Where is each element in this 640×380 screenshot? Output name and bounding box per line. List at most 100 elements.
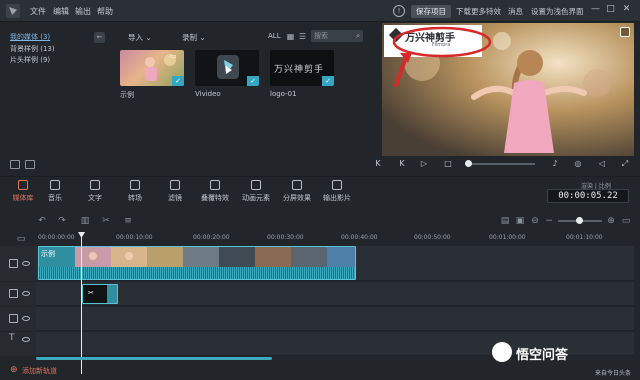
- voiceover-icon[interactable]: ▣: [515, 216, 525, 226]
- list-view-icon[interactable]: ☰: [298, 32, 307, 41]
- eye-icon[interactable]: [22, 291, 30, 296]
- track-head-pip: [0, 282, 36, 306]
- cut-icon[interactable]: ✂: [101, 216, 111, 226]
- tool-split-screen[interactable]: 分屏效果: [282, 180, 312, 203]
- playhead[interactable]: [81, 236, 82, 374]
- logo-clip-thumb: [83, 285, 107, 303]
- tool-text[interactable]: 文字: [80, 180, 110, 203]
- new-folder-icon[interactable]: [10, 160, 20, 169]
- track-head-text: [0, 332, 36, 356]
- eye-icon[interactable]: [22, 337, 30, 342]
- menu-help[interactable]: 帮助: [97, 6, 113, 17]
- ruler-tick: 00:00:30:00: [267, 234, 304, 241]
- record-dropdown[interactable]: 录制 ⌄: [182, 32, 206, 43]
- video-clip-sample[interactable]: 示例: [38, 246, 356, 280]
- close-icon[interactable]: ✕: [621, 4, 632, 16]
- zoom-in-icon[interactable]: ⊕: [606, 216, 616, 226]
- vivideo-logo-glyph: [224, 60, 233, 74]
- timecode-display: 00:00:05.22: [547, 189, 629, 203]
- adjust-icon[interactable]: ≡: [123, 216, 133, 226]
- mic-icon[interactable]: ♪: [550, 159, 560, 168]
- playback-progress-knob[interactable]: [465, 160, 472, 167]
- play-button[interactable]: ▷: [419, 159, 429, 168]
- track-head-pip2: [0, 307, 36, 331]
- redo-icon[interactable]: ↷: [57, 216, 67, 226]
- app-logo-icon: [6, 4, 20, 18]
- info-icon[interactable]: !: [393, 5, 405, 17]
- tool-elements[interactable]: 动画元素: [241, 180, 271, 203]
- tool-export[interactable]: 输出影片: [322, 180, 352, 203]
- media-search-input[interactable]: 搜索 ⌕: [311, 30, 363, 42]
- volume-icon[interactable]: ◁: [597, 159, 607, 168]
- media-thumb-sample[interactable]: ▭ ✓: [120, 50, 184, 86]
- expand-icon[interactable]: [620, 27, 630, 37]
- sidebar-item-my-media[interactable]: 我的媒体 (3): [10, 32, 50, 42]
- media-label-logo: logo-01: [270, 90, 297, 98]
- video-type-icon: ▭: [170, 52, 177, 60]
- light-theme-link[interactable]: 设置为浅色界面: [531, 6, 584, 17]
- audio-mixer-icon[interactable]: ▤: [500, 216, 510, 226]
- snapshot-icon[interactable]: ◎: [573, 159, 583, 168]
- clip-label: 示例: [41, 250, 55, 258]
- pip-track-2[interactable]: [36, 307, 634, 331]
- download-effects-link[interactable]: 下载更多特效: [456, 6, 501, 17]
- pip-track[interactable]: [36, 282, 634, 306]
- menu-export[interactable]: 输出: [75, 6, 91, 17]
- menu-edit[interactable]: 编辑: [53, 6, 69, 17]
- import-dropdown[interactable]: 导入 ⌄: [128, 32, 152, 43]
- stop-button[interactable]: □: [443, 159, 453, 168]
- restore-icon[interactable]: □: [605, 4, 616, 16]
- eye-icon[interactable]: [22, 261, 30, 266]
- save-project-button[interactable]: 保存项目: [411, 5, 451, 18]
- vivideo-logo-icon: [217, 55, 239, 79]
- zoom-out-small-icon[interactable]: −: [544, 216, 554, 226]
- ruler-tick: 00:01:10:00: [566, 234, 603, 241]
- transition-icon: [130, 180, 140, 190]
- ruler-tick: 00:00:50:00: [414, 234, 451, 241]
- filmora-editor: 文件 编辑 输出 帮助 ! 保存项目 下载更多特效 消息 设置为浅色界面 — □…: [0, 0, 640, 380]
- rewind-button[interactable]: K: [397, 159, 407, 168]
- filter-all[interactable]: ALL: [268, 32, 281, 40]
- add-track-icon[interactable]: ▭: [16, 234, 26, 244]
- zoom-slider-knob[interactable]: [576, 217, 583, 224]
- tool-music[interactable]: 音乐: [40, 180, 70, 203]
- check-icon: ✓: [247, 76, 259, 86]
- split-screen-icon: [292, 180, 302, 190]
- messages-link[interactable]: 消息: [508, 6, 523, 17]
- prev-frame-button[interactable]: K: [373, 159, 383, 168]
- minimize-icon[interactable]: —: [590, 4, 601, 16]
- playback-progress-track[interactable]: [465, 163, 535, 165]
- logo-clip[interactable]: ✂: [82, 284, 118, 304]
- add-track-plus-icon[interactable]: ⊕: [10, 365, 18, 375]
- sidebar-item-intros[interactable]: 片头样例 (9): [10, 55, 50, 65]
- fullscreen-icon[interactable]: ⤢: [620, 159, 630, 169]
- add-track-link[interactable]: 添加新轨道: [22, 366, 57, 376]
- tool-overlay[interactable]: 叠覆特效: [200, 180, 230, 203]
- grid-view-icon[interactable]: ▦: [286, 32, 295, 41]
- media-label-sample: 示例: [120, 91, 134, 99]
- clip-filmstrip: [75, 247, 355, 269]
- folder-icon[interactable]: [25, 160, 35, 169]
- check-icon: ✓: [322, 76, 334, 86]
- pip-track-icon: [9, 289, 18, 298]
- check-icon: ✓: [172, 76, 184, 86]
- video-preview[interactable]: 万兴神剪手 Filmora: [382, 23, 634, 156]
- sidebar-item-backgrounds[interactable]: 背景样例 (13): [10, 44, 55, 54]
- media-label-vivideo: Vivideo: [195, 90, 221, 98]
- timeline-settings-icon[interactable]: ▭: [621, 216, 631, 226]
- tool-filter[interactable]: 滤镜: [160, 180, 190, 203]
- video-track-icon: [9, 259, 18, 268]
- collapse-sidebar-button[interactable]: ←: [94, 32, 105, 43]
- eye-icon[interactable]: [22, 316, 30, 321]
- ruler-tick: 00:00:40:00: [341, 234, 378, 241]
- menu-file[interactable]: 文件: [30, 6, 46, 17]
- timeline-scrollbar[interactable]: [36, 357, 272, 360]
- zoom-out-icon[interactable]: ⊖: [530, 216, 540, 226]
- tool-transition[interactable]: 转场: [120, 180, 150, 203]
- pip-track-icon: [9, 314, 18, 323]
- media-thumb-logo[interactable]: 万兴神剪手 ✓: [270, 50, 334, 86]
- media-thumb-vivideo[interactable]: ✓: [195, 50, 259, 86]
- tool-media[interactable]: 媒体库: [8, 180, 38, 203]
- delete-icon[interactable]: ▥: [80, 216, 90, 226]
- undo-icon[interactable]: ↶: [37, 216, 47, 226]
